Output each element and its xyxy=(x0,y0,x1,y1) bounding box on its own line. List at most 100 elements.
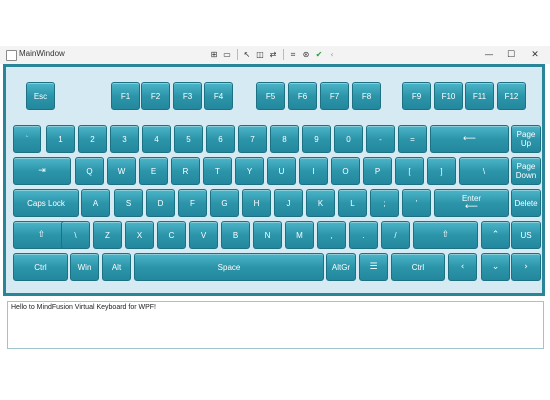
key-w[interactable]: W xyxy=(107,157,136,185)
key-label: 5 xyxy=(186,134,191,144)
key-down[interactable]: ⌄ xyxy=(481,253,510,281)
key-i[interactable]: I xyxy=(299,157,328,185)
key-capslock[interactable]: Caps Lock xyxy=(13,189,79,217)
key-2[interactable]: 2 xyxy=(78,125,107,153)
key-f9[interactable]: F9 xyxy=(402,82,431,110)
key-e[interactable]: E xyxy=(139,157,168,185)
key-s[interactable]: S xyxy=(114,189,143,217)
maximize-button[interactable]: ☐ xyxy=(502,48,520,62)
key-n[interactable]: N xyxy=(253,221,282,249)
key-q[interactable]: Q xyxy=(75,157,104,185)
key-u[interactable]: U xyxy=(267,157,296,185)
key-esc[interactable]: Esc xyxy=(26,82,55,110)
key-rctrl[interactable]: Ctrl xyxy=(391,253,445,281)
key-label: Page xyxy=(516,130,536,139)
key-backspace[interactable]: ⟵ xyxy=(430,125,509,153)
key-minus[interactable]: - xyxy=(366,125,395,153)
key-j[interactable]: J xyxy=(274,189,303,217)
key-delete[interactable]: Delete xyxy=(511,189,541,217)
close-button[interactable]: ✕ xyxy=(526,48,544,62)
key-r[interactable]: R xyxy=(171,157,200,185)
key-backtick[interactable]: ` xyxy=(13,125,41,153)
key-f5[interactable]: F5 xyxy=(256,82,285,110)
key-o[interactable]: O xyxy=(331,157,360,185)
key-layout[interactable]: US xyxy=(511,221,541,249)
key-equals[interactable]: = xyxy=(398,125,427,153)
key-8[interactable]: 8 xyxy=(270,125,299,153)
key-pageup[interactable]: Page Up xyxy=(511,125,541,153)
key-f3[interactable]: F3 xyxy=(173,82,202,110)
key-7[interactable]: 7 xyxy=(238,125,267,153)
key-space[interactable]: Space xyxy=(134,253,324,281)
key-g[interactable]: G xyxy=(210,189,239,217)
key-5[interactable]: 5 xyxy=(174,125,203,153)
collapse-toolbar-icon[interactable]: ‹ xyxy=(326,49,338,61)
check-icon[interactable]: ✔ xyxy=(313,49,325,61)
key-y[interactable]: Y xyxy=(235,157,264,185)
key-f12[interactable]: F12 xyxy=(497,82,526,110)
key-f7[interactable]: F7 xyxy=(320,82,349,110)
key-period[interactable]: . xyxy=(349,221,378,249)
hot-reload-icon[interactable]: ⊛ xyxy=(300,49,312,61)
key-f10[interactable]: F10 xyxy=(434,82,463,110)
key-6[interactable]: 6 xyxy=(206,125,235,153)
key-enter[interactable]: Enter ⟵ xyxy=(434,189,509,217)
key-f6[interactable]: F6 xyxy=(288,82,317,110)
key-up[interactable]: ⌃ xyxy=(481,221,510,249)
key-k[interactable]: K xyxy=(306,189,335,217)
binding-failures-icon[interactable]: ⇄ xyxy=(267,49,279,61)
key-win[interactable]: Win xyxy=(70,253,99,281)
key-pagedown[interactable]: Page Down xyxy=(511,157,541,185)
key-a[interactable]: A xyxy=(81,189,110,217)
key-label: Y xyxy=(246,166,253,176)
key-h[interactable]: H xyxy=(242,189,271,217)
select-element-icon[interactable]: ▭ xyxy=(221,49,233,61)
key-f[interactable]: F xyxy=(178,189,207,217)
key-semicolon[interactable]: ; xyxy=(370,189,399,217)
live-tree-icon[interactable]: ⊞ xyxy=(208,49,220,61)
key-f2[interactable]: F2 xyxy=(141,82,170,110)
key-quote[interactable]: ' xyxy=(402,189,431,217)
accessibility-icon[interactable]: ⌗ xyxy=(287,49,299,61)
key-backslash[interactable]: \ xyxy=(459,157,509,185)
key-lbracket[interactable]: [ xyxy=(395,157,424,185)
key-label: Z xyxy=(105,230,110,240)
key-0[interactable]: 0 xyxy=(334,125,363,153)
display-layout-adorners-icon[interactable]: ↖ xyxy=(241,49,253,61)
key-rshift[interactable]: ⇧ xyxy=(413,221,478,249)
key-slash[interactable]: / xyxy=(381,221,410,249)
key-1[interactable]: 1 xyxy=(46,125,75,153)
key-v[interactable]: V xyxy=(189,221,218,249)
key-alt[interactable]: Alt xyxy=(102,253,131,281)
key-4[interactable]: 4 xyxy=(142,125,171,153)
key-p[interactable]: P xyxy=(363,157,392,185)
minimize-button[interactable]: — xyxy=(480,48,498,62)
key-b[interactable]: B xyxy=(221,221,250,249)
key-lctrl[interactable]: Ctrl xyxy=(13,253,68,281)
text-input[interactable]: Hello to MindFusion Virtual Keyboard for… xyxy=(7,301,544,349)
key-oem102[interactable]: \ xyxy=(61,221,90,249)
key-x[interactable]: X xyxy=(125,221,154,249)
key-f1[interactable]: F1 xyxy=(111,82,140,110)
key-rbracket[interactable]: ] xyxy=(427,157,456,185)
key-d[interactable]: D xyxy=(146,189,175,217)
key-z[interactable]: Z xyxy=(93,221,122,249)
key-comma[interactable]: , xyxy=(317,221,346,249)
key-t[interactable]: T xyxy=(203,157,232,185)
key-f11[interactable]: F11 xyxy=(465,82,494,110)
key-f4[interactable]: F4 xyxy=(204,82,233,110)
key-menu[interactable]: ☰ xyxy=(359,253,388,281)
key-left[interactable]: ‹ xyxy=(448,253,477,281)
key-m[interactable]: M xyxy=(285,221,314,249)
key-l[interactable]: L xyxy=(338,189,367,217)
key-label: F5 xyxy=(265,91,276,101)
key-9[interactable]: 9 xyxy=(302,125,331,153)
key-altgr[interactable]: AltGr xyxy=(326,253,356,281)
key-label: E xyxy=(150,166,157,176)
track-focus-icon[interactable]: ◫ xyxy=(254,49,266,61)
key-3[interactable]: 3 xyxy=(110,125,139,153)
key-c[interactable]: C xyxy=(157,221,186,249)
key-right[interactable]: › xyxy=(511,253,541,281)
key-f8[interactable]: F8 xyxy=(352,82,381,110)
key-tab[interactable]: ⇥ xyxy=(13,157,71,185)
